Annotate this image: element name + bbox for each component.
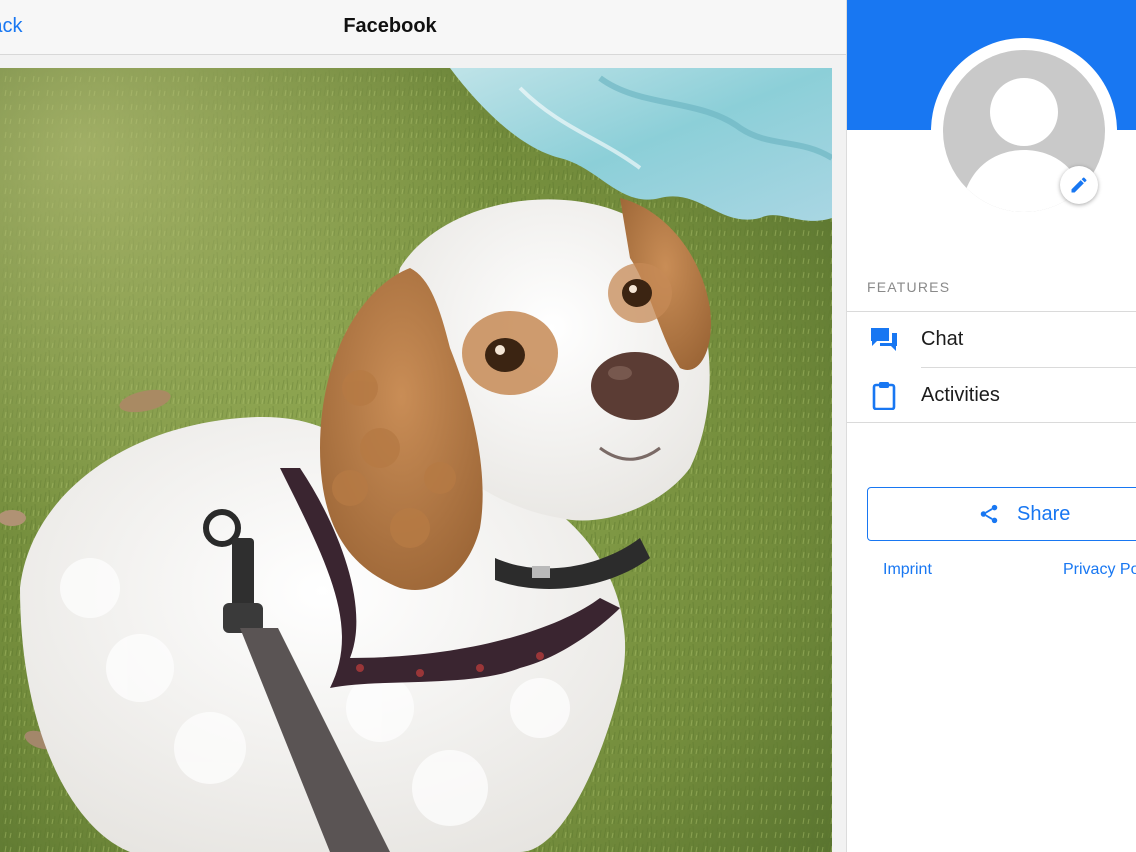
share-button[interactable]: Share (867, 487, 1136, 541)
chat-bubbles-icon (871, 328, 897, 351)
features-heading: FEATURES (867, 279, 951, 295)
dog-photo-illustration (0, 68, 832, 852)
imprint-link[interactable]: Imprint (883, 561, 932, 579)
dog-photo[interactable] (0, 68, 832, 852)
content-pane: Back Facebook (0, 0, 846, 852)
clipboard-icon (872, 382, 896, 410)
pencil-icon (1071, 177, 1087, 193)
share-label: Share (1017, 503, 1071, 525)
edit-avatar-button[interactable] (1060, 166, 1098, 204)
menu-item-chat[interactable]: Chat (847, 312, 1136, 367)
divider (847, 422, 1136, 423)
privacy-policy-link[interactable]: Privacy Policy (1063, 561, 1136, 579)
menu-item-activities[interactable]: Activities (847, 368, 1136, 423)
menu-item-label: Chat (921, 328, 964, 350)
menu-item-label: Activities (921, 384, 1000, 406)
page-title: Facebook (343, 15, 437, 37)
sidebar: FEATURES Chat Activities Share Imprint P… (847, 0, 1136, 852)
share-icon (980, 504, 998, 524)
navigation-bar: Back Facebook (0, 0, 846, 55)
